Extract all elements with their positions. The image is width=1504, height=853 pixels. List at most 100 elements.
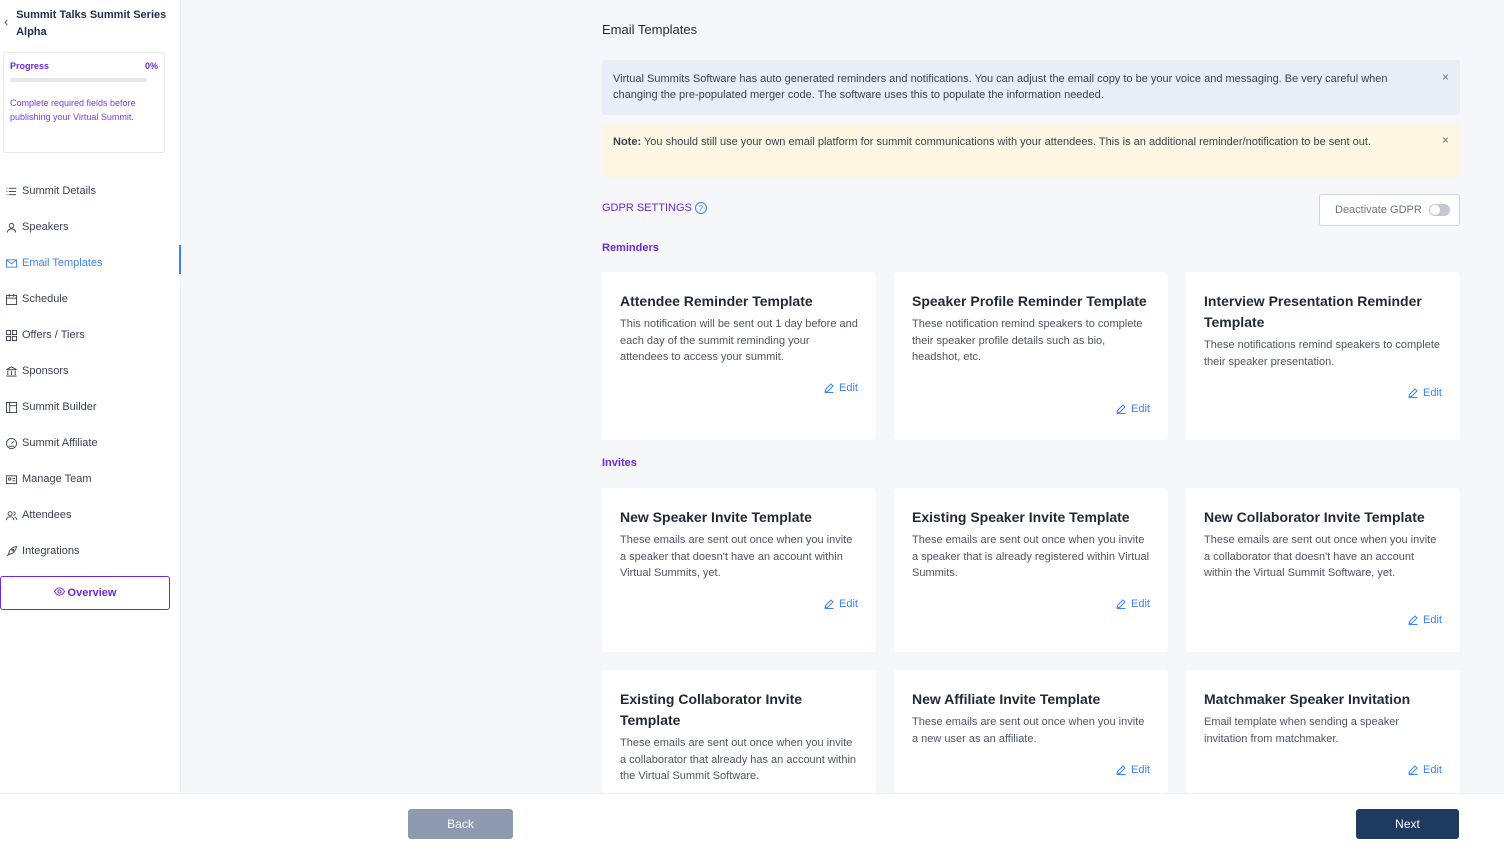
user-icon bbox=[5, 221, 17, 233]
edit-label: Edit bbox=[1423, 387, 1442, 399]
overview-label: Overview bbox=[67, 587, 117, 599]
back-button[interactable]: Back bbox=[408, 809, 513, 839]
pencil-icon bbox=[1116, 599, 1126, 609]
grid-icon bbox=[5, 329, 17, 341]
card-description: Email template when sending a speaker in… bbox=[1204, 716, 1400, 745]
progress-note: Complete required fields before publishi… bbox=[10, 98, 136, 122]
sidebar-header: ‹ Summit Talks Summit Series Alpha bbox=[0, 0, 180, 46]
note-alert-text: You should still use your own email plat… bbox=[641, 136, 1371, 148]
edit-label: Edit bbox=[839, 598, 858, 610]
sidebar-item-label: Offers / Tiers bbox=[22, 329, 85, 341]
sidebar-item-sponsors[interactable]: Sponsors bbox=[0, 353, 180, 389]
sidebar-item-label: Speakers bbox=[22, 221, 69, 233]
progress-value: 0% bbox=[144, 61, 158, 71]
gauge-icon bbox=[5, 437, 17, 449]
page-title: Email Templates bbox=[602, 22, 698, 37]
deactivate-gdpr-toggle[interactable]: Deactivate GDPR bbox=[1319, 194, 1460, 226]
template-card: Existing Collaborator Invite Template Th… bbox=[602, 670, 876, 793]
note-alert-bold: Note: bbox=[613, 136, 642, 148]
overview-button[interactable]: Overview bbox=[0, 576, 170, 610]
card-description: These emails are sent out once when you … bbox=[912, 534, 1150, 579]
pencil-icon bbox=[1408, 765, 1418, 775]
sidebar-item-label: Attendees bbox=[22, 509, 72, 521]
gdpr-settings-label: GDPR SETTINGS ? bbox=[602, 202, 707, 214]
card-title: New Affiliate Invite Template bbox=[912, 691, 1101, 707]
sidebar: ‹ Summit Talks Summit Series Alpha Progr… bbox=[0, 0, 181, 853]
edit-label: Edit bbox=[1131, 598, 1150, 610]
template-card: Existing Speaker Invite Template These e… bbox=[894, 488, 1168, 652]
card-title: Existing Collaborator Invite Template bbox=[620, 691, 803, 728]
pencil-icon bbox=[1116, 404, 1126, 414]
edit-label: Edit bbox=[1131, 764, 1150, 776]
close-icon[interactable]: × bbox=[1442, 69, 1449, 85]
invites-heading: Invites bbox=[602, 457, 637, 469]
users-icon bbox=[5, 509, 17, 521]
next-button[interactable]: Next bbox=[1356, 809, 1459, 839]
sidebar-item-manage-team[interactable]: Manage Team bbox=[0, 461, 180, 497]
sidebar-item-schedule[interactable]: Schedule bbox=[0, 281, 180, 317]
pencil-icon bbox=[1116, 765, 1126, 775]
sidebar-item-attendees[interactable]: Attendees bbox=[0, 497, 180, 533]
card-title: New Collaborator Invite Template bbox=[1204, 509, 1425, 525]
sidebar-item-label: Summit Affiliate bbox=[22, 437, 98, 449]
pencil-icon bbox=[1408, 388, 1418, 398]
card-title: Existing Speaker Invite Template bbox=[912, 509, 1130, 525]
progress-label: Progress bbox=[10, 61, 50, 71]
note-alert: Note: You should still use your own emai… bbox=[602, 123, 1460, 178]
card-description: These emails are sent out once when you … bbox=[620, 534, 853, 579]
bank-icon bbox=[5, 365, 17, 377]
edit-label: Edit bbox=[839, 382, 858, 394]
edit-button[interactable]: Edit bbox=[1116, 598, 1150, 610]
edit-button[interactable]: Edit bbox=[824, 382, 858, 394]
sidebar-item-label: Sponsors bbox=[22, 365, 69, 377]
sidebar-item-label: Integrations bbox=[22, 545, 80, 557]
template-card: Attendee Reminder Template This notifica… bbox=[602, 272, 876, 440]
card-description: These emails are sent out once when you … bbox=[620, 737, 857, 782]
card-description: These emails are sent out once when you … bbox=[912, 716, 1145, 745]
edit-button[interactable]: Edit bbox=[1116, 764, 1150, 776]
progress-card: Progress 0% Complete required fields bef… bbox=[3, 52, 165, 153]
layout-icon bbox=[5, 401, 17, 413]
id-card-icon bbox=[5, 473, 17, 485]
edit-button[interactable]: Edit bbox=[1408, 764, 1442, 776]
sidebar-item-integrations[interactable]: Integrations bbox=[0, 533, 180, 569]
info-alert-text: Virtual Summits Software has auto genera… bbox=[613, 73, 1388, 101]
card-title: Speaker Profile Reminder Template bbox=[912, 293, 1147, 309]
edit-button[interactable]: Edit bbox=[1408, 387, 1442, 399]
chevron-left-icon[interactable]: ‹ bbox=[4, 14, 16, 29]
rocket-icon bbox=[5, 545, 17, 557]
card-title: Attendee Reminder Template bbox=[620, 293, 813, 309]
eye-icon bbox=[53, 587, 65, 599]
card-description: These notification remind speakers to co… bbox=[912, 318, 1143, 363]
sidebar-item-label: Manage Team bbox=[22, 473, 92, 485]
sidebar-item-label: Schedule bbox=[22, 293, 68, 305]
sidebar-item-speakers[interactable]: Speakers bbox=[0, 209, 180, 245]
edit-button[interactable]: Edit bbox=[1408, 614, 1442, 626]
card-description: These notifications remind speakers to c… bbox=[1204, 339, 1441, 368]
card-title: Interview Presentation Reminder Template bbox=[1204, 293, 1422, 330]
sidebar-item-offers-tiers[interactable]: Offers / Tiers bbox=[0, 317, 180, 353]
progress-bar bbox=[10, 78, 147, 82]
calendar-icon bbox=[5, 293, 17, 305]
sidebar-item-summit-builder[interactable]: Summit Builder bbox=[0, 389, 180, 425]
toggle-switch[interactable] bbox=[1429, 204, 1450, 216]
template-card: Interview Presentation Reminder Template… bbox=[1186, 272, 1460, 440]
list-icon bbox=[5, 185, 17, 197]
gdpr-settings-text: GDPR SETTINGS bbox=[602, 202, 692, 214]
edit-button[interactable]: Edit bbox=[824, 598, 858, 610]
template-card: Matchmaker Speaker Invitation Email temp… bbox=[1186, 670, 1460, 793]
sidebar-item-email-templates[interactable]: Email Templates bbox=[0, 245, 181, 281]
sidebar-item-summit-details[interactable]: Summit Details bbox=[0, 173, 180, 209]
edit-label: Edit bbox=[1423, 764, 1442, 776]
card-description: This notification will be sent out 1 day… bbox=[620, 318, 858, 363]
template-card: Speaker Profile Reminder Template These … bbox=[894, 272, 1168, 440]
edit-label: Edit bbox=[1423, 614, 1442, 626]
deactivate-gdpr-label: Deactivate GDPR bbox=[1335, 204, 1422, 216]
help-circle-icon[interactable]: ? bbox=[694, 202, 707, 214]
footer-bar: Back Next bbox=[0, 793, 1504, 853]
sidebar-item-label: Summit Builder bbox=[22, 401, 97, 413]
sidebar-item-summit-affiliate[interactable]: Summit Affiliate bbox=[0, 425, 180, 461]
edit-button[interactable]: Edit bbox=[1116, 403, 1150, 415]
close-icon[interactable]: × bbox=[1442, 132, 1449, 148]
sidebar-item-label: Summit Details bbox=[22, 185, 96, 197]
